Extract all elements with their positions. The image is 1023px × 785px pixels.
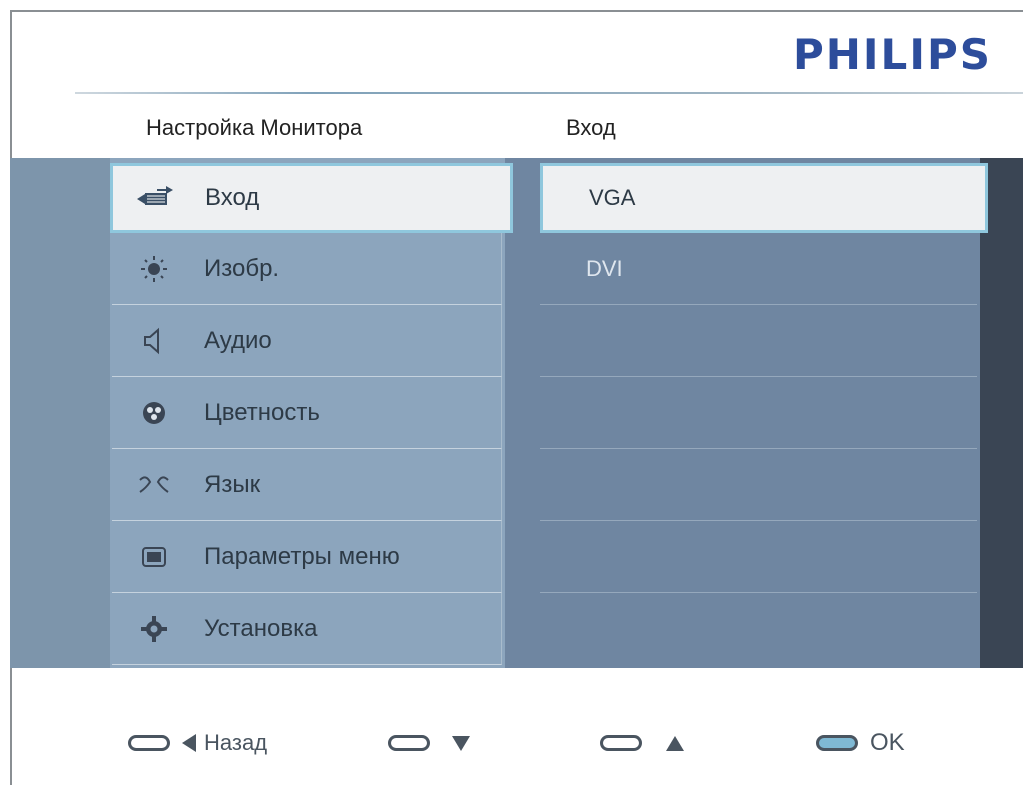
gear-icon bbox=[134, 614, 174, 644]
menu-item-label: Цветность bbox=[204, 398, 320, 426]
option-dvi[interactable]: DVI bbox=[540, 233, 977, 305]
button-pill-icon bbox=[128, 735, 170, 751]
submenu-title: Вход bbox=[566, 115, 616, 140]
option-empty bbox=[540, 449, 977, 521]
menu-item-color[interactable]: Цветность bbox=[112, 377, 502, 449]
language-icon bbox=[134, 470, 174, 500]
speaker-icon bbox=[134, 326, 174, 356]
option-vga[interactable]: VGA bbox=[540, 163, 988, 233]
ok-control[interactable]: OK bbox=[816, 718, 905, 768]
brightness-icon bbox=[134, 254, 174, 284]
menu-item-label: Параметры меню bbox=[204, 542, 400, 570]
left-arrow-icon bbox=[182, 734, 196, 752]
ok-label: OK bbox=[870, 729, 905, 756]
input-icon bbox=[135, 183, 175, 213]
color-icon bbox=[134, 398, 174, 428]
brand-logo: PHILIPS bbox=[793, 30, 992, 79]
menu-item-language[interactable]: Язык bbox=[112, 449, 502, 521]
menu-item-label: Аудио bbox=[204, 326, 272, 354]
ok-button-pill-icon bbox=[816, 735, 858, 751]
back-label: Назад bbox=[204, 730, 268, 755]
menu-item-menu-settings[interactable]: Параметры меню bbox=[112, 521, 502, 593]
menu-item-label: Установка bbox=[204, 614, 318, 642]
menu-item-label: Вход bbox=[205, 184, 260, 211]
menu-item-input[interactable]: Вход bbox=[110, 163, 513, 233]
menu-title: Настройка Монитора bbox=[146, 115, 363, 140]
up-control[interactable] bbox=[600, 718, 684, 768]
option-empty bbox=[540, 377, 977, 449]
menu-settings-icon bbox=[134, 542, 174, 572]
panel-edge bbox=[980, 158, 1023, 668]
menu-item-setup[interactable]: Установка bbox=[112, 593, 502, 665]
menu-item-audio[interactable]: Аудио bbox=[112, 305, 502, 377]
menu-item-label: Язык bbox=[204, 470, 261, 498]
option-empty bbox=[540, 521, 977, 593]
up-arrow-icon bbox=[666, 735, 684, 751]
menu-item-label: Изобр. bbox=[204, 254, 280, 282]
button-pill-icon bbox=[388, 735, 430, 751]
button-pill-icon bbox=[600, 735, 642, 751]
back-control[interactable]: Назад bbox=[128, 718, 267, 768]
menu-item-picture[interactable]: Изобр. bbox=[112, 233, 502, 305]
option-empty bbox=[540, 305, 977, 377]
down-arrow-icon bbox=[452, 735, 470, 751]
down-control[interactable] bbox=[388, 718, 470, 768]
header-divider bbox=[75, 92, 1023, 94]
